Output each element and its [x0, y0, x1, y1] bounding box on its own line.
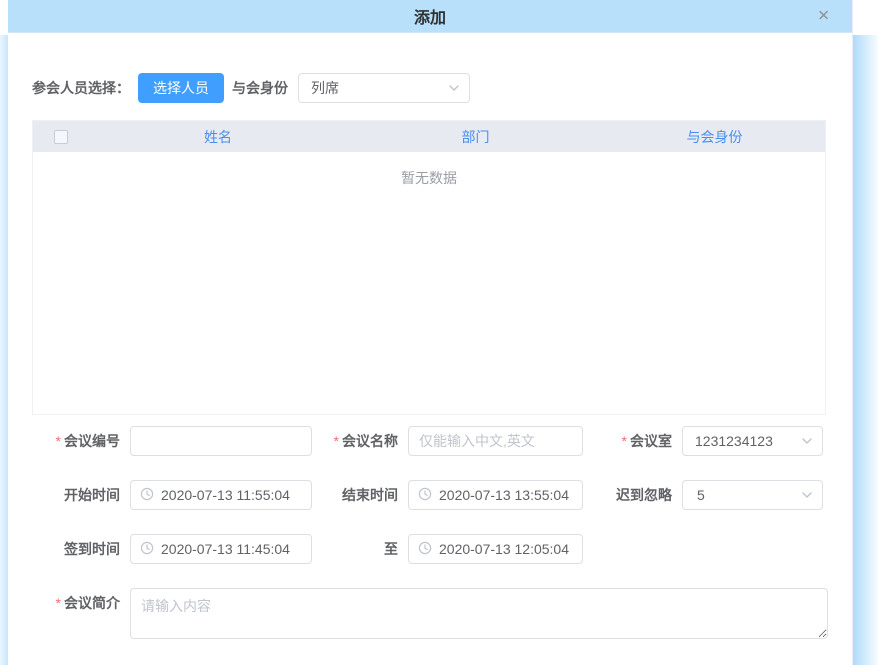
- chevron-down-icon: [800, 488, 814, 502]
- summary-textarea[interactable]: [130, 588, 828, 639]
- clock-icon: [418, 487, 432, 504]
- chevron-down-icon: [447, 81, 461, 95]
- form-row-3: 签到时间 2020-07-13 11:45:04 至: [32, 534, 835, 564]
- start-time-control: 2020-07-13 11:55:04: [130, 480, 312, 510]
- column-header-department: 部门: [347, 127, 604, 147]
- summary-label: *会议简介: [32, 588, 130, 618]
- form-row-2: 开始时间 2020-07-13 11:55:04 结束时间: [32, 480, 835, 510]
- participant-selection-row: 参会人员选择： 选择人员 与会身份 列席: [32, 73, 835, 103]
- participants-table: 姓名 部门 与会身份 暂无数据: [32, 120, 826, 415]
- end-time-value: 2020-07-13 13:55:04: [439, 487, 569, 503]
- dialog-header: 添加 ✕: [8, 0, 852, 33]
- checkin-to-value: 2020-07-13 12:05:04: [439, 541, 569, 557]
- page-background-left-strip: [0, 35, 8, 665]
- identity-select[interactable]: 列席: [298, 73, 470, 103]
- meeting-room-control: 1231234123: [682, 426, 823, 456]
- add-meeting-dialog: 添加 ✕ 参会人员选择： 选择人员 与会身份 列席 姓名 部门 与: [8, 0, 853, 665]
- checkin-to-picker[interactable]: 2020-07-13 12:05:04: [408, 534, 583, 564]
- dialog-body: 参会人员选择： 选择人员 与会身份 列席 姓名 部门 与会身份 暂无数据: [8, 33, 852, 639]
- table-empty-text: 暂无数据: [33, 152, 825, 188]
- meeting-name-input[interactable]: [408, 426, 583, 456]
- column-header-identity: 与会身份: [604, 127, 825, 147]
- start-time-picker[interactable]: 2020-07-13 11:55:04: [130, 480, 312, 510]
- meeting-name-label: *会议名称: [312, 426, 408, 456]
- dialog-title: 添加: [414, 4, 446, 28]
- meeting-name-control: [408, 426, 583, 456]
- late-ignore-label: 迟到忽略: [583, 480, 682, 510]
- start-time-label: 开始时间: [32, 480, 130, 510]
- required-mark: *: [56, 433, 61, 449]
- chevron-down-icon: [800, 434, 814, 448]
- select-people-button[interactable]: 选择人员: [138, 73, 224, 103]
- end-time-label: 结束时间: [312, 480, 408, 510]
- form-row-4: *会议简介: [32, 588, 835, 639]
- end-time-picker[interactable]: 2020-07-13 13:55:04: [408, 480, 583, 510]
- end-time-control: 2020-07-13 13:55:04: [408, 480, 583, 510]
- meeting-no-input[interactable]: [130, 426, 312, 456]
- checkin-to-label: 至: [312, 534, 408, 564]
- checkin-time-value: 2020-07-13 11:45:04: [161, 541, 290, 557]
- late-ignore-select[interactable]: 5: [682, 480, 823, 510]
- clock-icon: [418, 541, 432, 558]
- checkin-time-control: 2020-07-13 11:45:04: [130, 534, 312, 564]
- late-ignore-control: 5: [682, 480, 823, 510]
- table-header-checkbox-cell: [33, 130, 89, 144]
- participant-select-label: 参会人员选择：: [32, 78, 130, 98]
- meeting-no-label: *会议编号: [32, 426, 130, 456]
- select-all-checkbox[interactable]: [54, 130, 68, 144]
- close-icon[interactable]: ✕: [817, 9, 830, 24]
- checkin-to-control: 2020-07-13 12:05:04: [408, 534, 583, 564]
- late-ignore-select-value: 5: [697, 487, 705, 503]
- clock-icon: [140, 541, 154, 558]
- required-mark: *: [622, 433, 627, 449]
- required-mark: *: [334, 433, 339, 449]
- checkin-time-label: 签到时间: [32, 534, 130, 564]
- form-row-1: *会议编号 *会议名称 *会议室 1231234123: [32, 426, 835, 456]
- page-background-right-strip: [853, 35, 878, 665]
- meeting-room-select[interactable]: 1231234123: [682, 426, 823, 456]
- meeting-room-select-value: 1231234123: [695, 433, 773, 449]
- required-mark: *: [56, 595, 61, 611]
- identity-label: 与会身份: [232, 78, 288, 98]
- meeting-form: *会议编号 *会议名称 *会议室 1231234123: [32, 426, 835, 639]
- clock-icon: [140, 487, 154, 504]
- column-header-name: 姓名: [89, 127, 347, 147]
- meeting-no-control: [130, 426, 312, 456]
- meeting-room-label: *会议室: [583, 426, 682, 456]
- identity-select-value: 列席: [311, 78, 339, 98]
- checkin-time-picker[interactable]: 2020-07-13 11:45:04: [130, 534, 312, 564]
- table-body: 暂无数据: [33, 152, 825, 414]
- start-time-value: 2020-07-13 11:55:04: [161, 487, 290, 503]
- table-header-row: 姓名 部门 与会身份: [33, 121, 825, 152]
